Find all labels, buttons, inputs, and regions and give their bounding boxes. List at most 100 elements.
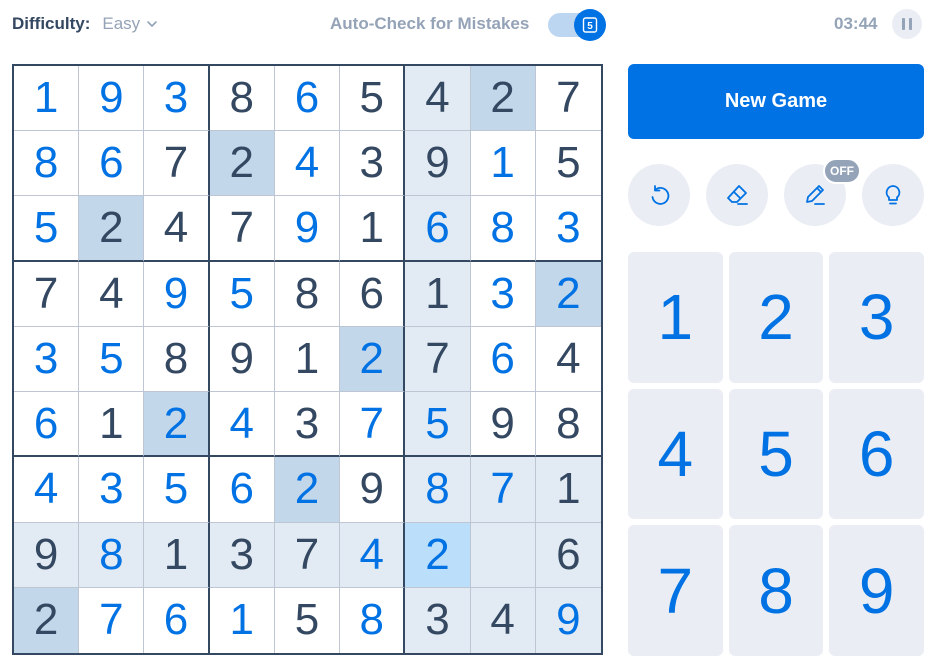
hint-button[interactable] bbox=[862, 164, 924, 226]
sudoku-cell[interactable]: 3 bbox=[535, 196, 601, 262]
sudoku-cell[interactable]: 3 bbox=[274, 392, 341, 458]
sudoku-cell[interactable]: 8 bbox=[144, 326, 210, 393]
number-key-3[interactable]: 3 bbox=[829, 252, 924, 383]
sudoku-cell[interactable]: 8 bbox=[274, 261, 341, 327]
sudoku-cell[interactable]: 6 bbox=[79, 131, 145, 197]
number-key-4[interactable]: 4 bbox=[628, 388, 723, 520]
sudoku-cell[interactable]: 7 bbox=[470, 457, 536, 523]
sudoku-cell[interactable]: 4 bbox=[274, 131, 341, 197]
sudoku-cell[interactable] bbox=[470, 522, 536, 588]
sudoku-cell[interactable]: 9 bbox=[470, 392, 536, 458]
sudoku-cell[interactable]: 4 bbox=[405, 66, 471, 132]
sudoku-cell[interactable]: 3 bbox=[14, 326, 80, 393]
erase-button[interactable] bbox=[706, 164, 768, 226]
number-key-7[interactable]: 7 bbox=[628, 525, 723, 656]
sudoku-cell[interactable]: 6 bbox=[535, 522, 601, 588]
sudoku-cell[interactable]: 1 bbox=[209, 587, 275, 653]
sudoku-cell[interactable]: 2 bbox=[340, 326, 406, 393]
sudoku-cell[interactable]: 2 bbox=[470, 66, 536, 132]
sudoku-cell[interactable]: 7 bbox=[535, 66, 601, 132]
sudoku-cell[interactable]: 9 bbox=[340, 457, 406, 523]
sudoku-cell[interactable]: 7 bbox=[340, 392, 406, 458]
sudoku-cell[interactable]: 3 bbox=[340, 131, 406, 197]
pencil-icon bbox=[806, 185, 825, 205]
autocheck-toggle[interactable]: 5 bbox=[548, 9, 606, 41]
sudoku-cell[interactable]: 8 bbox=[535, 392, 601, 458]
new-game-button[interactable]: New Game bbox=[628, 64, 924, 139]
sudoku-cell[interactable]: 8 bbox=[79, 522, 145, 588]
sudoku-cell[interactable]: 4 bbox=[535, 326, 601, 393]
number-key-1[interactable]: 1 bbox=[628, 252, 723, 383]
sudoku-cell[interactable]: 2 bbox=[274, 457, 341, 523]
sudoku-cell[interactable]: 3 bbox=[144, 66, 210, 132]
sudoku-cell[interactable]: 9 bbox=[274, 196, 341, 262]
difficulty-dropdown[interactable]: Easy bbox=[102, 14, 158, 34]
sudoku-cell[interactable]: 5 bbox=[209, 261, 275, 327]
sudoku-cell[interactable]: 4 bbox=[470, 587, 536, 653]
sudoku-cell[interactable]: 9 bbox=[14, 522, 80, 588]
sudoku-cell[interactable]: 6 bbox=[14, 392, 80, 458]
sudoku-cell[interactable]: 8 bbox=[470, 196, 536, 262]
sudoku-cell[interactable]: 1 bbox=[470, 131, 536, 197]
sudoku-cell[interactable]: 5 bbox=[274, 587, 341, 653]
sudoku-cell[interactable]: 3 bbox=[405, 587, 471, 653]
sudoku-cell[interactable]: 2 bbox=[209, 131, 275, 197]
sudoku-cell[interactable]: 8 bbox=[340, 587, 406, 653]
sudoku-cell[interactable]: 5 bbox=[79, 326, 145, 393]
sudoku-cell[interactable]: 6 bbox=[209, 457, 275, 523]
sudoku-cell[interactable]: 8 bbox=[209, 66, 275, 132]
sudoku-cell[interactable]: 7 bbox=[405, 326, 471, 393]
sudoku-cell[interactable]: 8 bbox=[405, 457, 471, 523]
sudoku-cell[interactable]: 8 bbox=[14, 131, 80, 197]
sudoku-cell[interactable]: 6 bbox=[405, 196, 471, 262]
sudoku-cell[interactable]: 7 bbox=[144, 131, 210, 197]
sudoku-cell[interactable]: 5 bbox=[144, 457, 210, 523]
sudoku-cell[interactable]: 1 bbox=[340, 196, 406, 262]
number-key-6[interactable]: 6 bbox=[829, 388, 924, 520]
sudoku-cell[interactable]: 4 bbox=[209, 392, 275, 458]
sudoku-cell[interactable]: 6 bbox=[144, 587, 210, 653]
sudoku-cell[interactable]: 3 bbox=[470, 261, 536, 327]
sudoku-cell[interactable]: 2 bbox=[79, 196, 145, 262]
sudoku-cell[interactable]: 9 bbox=[209, 326, 275, 393]
undo-button[interactable] bbox=[628, 164, 690, 226]
sudoku-cell[interactable]: 9 bbox=[535, 587, 601, 653]
number-key-2[interactable]: 2 bbox=[728, 252, 824, 383]
sudoku-cell[interactable]: 6 bbox=[470, 326, 536, 393]
sudoku-cell[interactable]: 7 bbox=[209, 196, 275, 262]
sudoku-cell[interactable]: 4 bbox=[79, 261, 145, 327]
number-key-9[interactable]: 9 bbox=[829, 525, 924, 656]
sudoku-cell[interactable]: 1 bbox=[144, 522, 210, 588]
sudoku-cell[interactable]: 6 bbox=[274, 66, 341, 132]
sudoku-cell[interactable]: 7 bbox=[79, 587, 145, 653]
sudoku-cell[interactable]: 1 bbox=[405, 261, 471, 327]
sudoku-cell[interactable]: 4 bbox=[144, 196, 210, 262]
sudoku-cell[interactable]: 5 bbox=[14, 196, 80, 262]
sudoku-cell[interactable]: 9 bbox=[144, 261, 210, 327]
number-key-8[interactable]: 8 bbox=[728, 525, 824, 656]
sudoku-cell[interactable]: 3 bbox=[79, 457, 145, 523]
sudoku-cell[interactable]: 7 bbox=[14, 261, 80, 327]
sudoku-cell[interactable]: 1 bbox=[535, 457, 601, 523]
pause-button[interactable] bbox=[892, 9, 922, 39]
sudoku-cell[interactable]: 4 bbox=[340, 522, 406, 588]
sudoku-cell[interactable]: 7 bbox=[274, 522, 341, 588]
number-pad: 123456789 bbox=[628, 252, 924, 656]
sudoku-cell[interactable]: 5 bbox=[405, 392, 471, 458]
sudoku-cell[interactable]: 9 bbox=[405, 131, 471, 197]
sudoku-cell[interactable]: 1 bbox=[274, 326, 341, 393]
sudoku-cell[interactable]: 2 bbox=[14, 587, 80, 653]
autocheck-knob: 5 bbox=[574, 9, 606, 41]
sudoku-cell[interactable]: 5 bbox=[340, 66, 406, 132]
sudoku-cell[interactable]: 1 bbox=[14, 66, 80, 132]
sudoku-cell[interactable]: 3 bbox=[209, 522, 275, 588]
sudoku-cell[interactable]: 4 bbox=[14, 457, 80, 523]
sudoku-cell[interactable]: 2 bbox=[405, 522, 471, 588]
sudoku-cell[interactable]: 9 bbox=[79, 66, 145, 132]
sudoku-cell[interactable]: 2 bbox=[535, 261, 601, 327]
sudoku-cell[interactable]: 5 bbox=[535, 131, 601, 197]
sudoku-cell[interactable]: 2 bbox=[144, 392, 210, 458]
sudoku-cell[interactable]: 1 bbox=[79, 392, 145, 458]
number-key-5[interactable]: 5 bbox=[728, 388, 824, 520]
sudoku-cell[interactable]: 6 bbox=[340, 261, 406, 327]
